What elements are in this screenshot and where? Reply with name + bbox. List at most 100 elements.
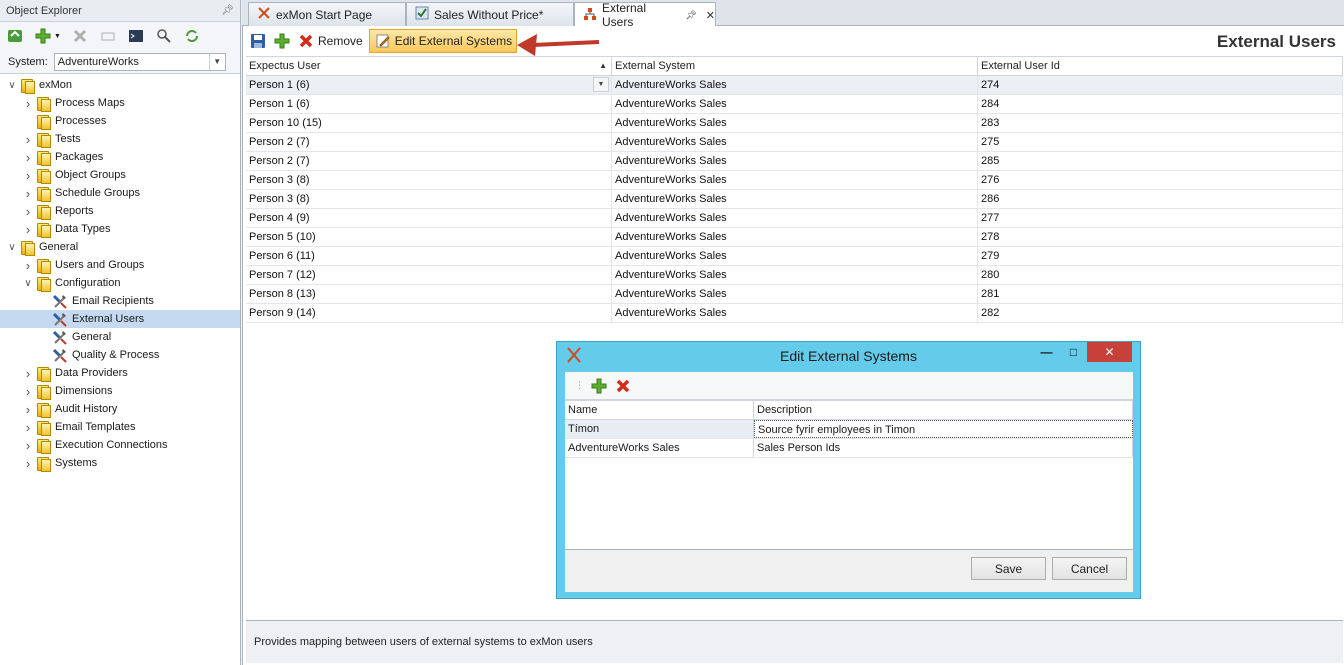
column-header-expectus-user[interactable]: Expectus User ▲ <box>246 57 612 75</box>
system-name-cell[interactable]: Tímon <box>565 420 754 438</box>
chevron-right-icon[interactable]: › <box>22 186 34 201</box>
tree-node-configuration[interactable]: ∨ Configuration <box>0 274 240 292</box>
search-icon[interactable] <box>155 27 173 45</box>
chevron-right-icon[interactable]: › <box>22 222 34 237</box>
chevron-right-icon[interactable]: › <box>22 96 34 111</box>
tree-node-quality-process[interactable]: Quality & Process <box>0 346 240 364</box>
external-system-cell[interactable]: AdventureWorks Sales <box>612 171 978 189</box>
tab-exmon-start-page[interactable]: exMon Start Page <box>248 2 406 26</box>
tab-external-users[interactable]: External Users 📌︎ ✕ <box>574 1 716 29</box>
expectus-user-cell[interactable]: Person 9 (14) <box>246 304 612 322</box>
external-user-id-cell[interactable]: 279 <box>978 247 1343 265</box>
table-row[interactable]: Person 1 (6) ▼ AdventureWorks Sales 274 <box>246 76 1343 95</box>
external-system-cell[interactable]: AdventureWorks Sales <box>612 114 978 132</box>
pin-tab-icon[interactable]: 📌︎ <box>685 10 696 21</box>
sync-icon[interactable] <box>183 27 201 45</box>
tree-node-reports[interactable]: › Reports <box>0 202 240 220</box>
external-user-id-cell[interactable]: 275 <box>978 133 1343 151</box>
system-description-cell[interactable]: Sales Person Ids <box>754 439 1133 457</box>
expectus-user-cell[interactable]: Person 4 (9) <box>246 209 612 227</box>
tree-node-exmon[interactable]: ∨ exMon <box>0 76 240 94</box>
external-user-id-cell[interactable]: 276 <box>978 171 1343 189</box>
expectus-user-cell[interactable]: Person 1 (6) ▼ <box>246 76 612 94</box>
tree-node-process-maps[interactable]: › Process Maps <box>0 94 240 112</box>
table-row[interactable]: Person 8 (13) AdventureWorks Sales 281 <box>246 285 1343 304</box>
tree-node-email-recipients[interactable]: Email Recipients <box>0 292 240 310</box>
expectus-user-cell[interactable]: Person 1 (6) <box>246 95 612 113</box>
tree-node-processes[interactable]: Processes <box>0 112 240 130</box>
table-row[interactable]: Person 3 (8) AdventureWorks Sales 286 <box>246 190 1343 209</box>
system-dropdown[interactable]: AdventureWorks ▼ <box>53 52 226 71</box>
external-system-cell[interactable]: AdventureWorks Sales <box>612 228 978 246</box>
chevron-right-icon[interactable]: › <box>22 204 34 219</box>
add-dropdown-icon[interactable]: ▼ <box>54 33 61 40</box>
external-user-id-cell[interactable]: 274 <box>978 76 1343 94</box>
chevron-down-icon[interactable]: ▼ <box>208 53 225 70</box>
table-row[interactable]: Person 9 (14) AdventureWorks Sales 282 <box>246 304 1343 323</box>
external-system-cell[interactable]: AdventureWorks Sales <box>612 304 978 322</box>
chevron-right-icon[interactable]: › <box>22 132 34 147</box>
save-icon[interactable] <box>249 32 267 50</box>
tree-node-tests[interactable]: › Tests <box>0 130 240 148</box>
chevron-right-icon[interactable]: › <box>22 456 34 471</box>
external-system-cell[interactable]: AdventureWorks Sales <box>612 209 978 227</box>
dialog-title-bar[interactable]: Edit External Systems — □ ✕ <box>557 342 1140 370</box>
expectus-user-cell[interactable]: Person 3 (8) <box>246 190 612 208</box>
external-user-id-cell[interactable]: 281 <box>978 285 1343 303</box>
add-icon[interactable] <box>590 377 608 395</box>
minimize-icon[interactable]: — <box>1033 342 1060 362</box>
tree-node-packages[interactable]: › Packages <box>0 148 240 166</box>
add-icon[interactable] <box>273 32 291 50</box>
tree-node-object-groups[interactable]: › Object Groups <box>0 166 240 184</box>
external-user-id-cell[interactable]: 282 <box>978 304 1343 322</box>
external-system-cell[interactable]: AdventureWorks Sales <box>612 190 978 208</box>
table-row[interactable]: Person 2 (7) AdventureWorks Sales 285 <box>246 152 1343 171</box>
expectus-user-cell[interactable]: Person 10 (15) <box>246 114 612 132</box>
external-user-id-cell[interactable]: 283 <box>978 114 1343 132</box>
column-header-external-user-id[interactable]: External User Id <box>978 57 1343 75</box>
table-row[interactable]: Person 3 (8) AdventureWorks Sales 276 <box>246 171 1343 190</box>
expectus-user-cell[interactable]: Person 2 (7) <box>246 152 612 170</box>
tree-node-dimensions[interactable]: › Dimensions <box>0 382 240 400</box>
tree-node-audit-history[interactable]: › Audit History <box>0 400 240 418</box>
chevron-right-icon[interactable]: › <box>22 384 34 399</box>
table-row[interactable]: Person 6 (11) AdventureWorks Sales 279 <box>246 247 1343 266</box>
external-user-id-cell[interactable]: 284 <box>978 95 1343 113</box>
close-icon[interactable]: ✕ <box>1087 342 1132 362</box>
system-name-cell[interactable]: AdventureWorks Sales <box>565 439 754 457</box>
tree-node-systems[interactable]: › Systems <box>0 454 240 472</box>
tree-node-schedule-groups[interactable]: › Schedule Groups <box>0 184 240 202</box>
chevron-right-icon[interactable]: › <box>22 402 34 417</box>
chevron-right-icon[interactable]: › <box>22 150 34 165</box>
external-system-cell[interactable]: AdventureWorks Sales <box>612 95 978 113</box>
console-icon[interactable] <box>127 27 145 45</box>
external-system-cell[interactable]: AdventureWorks Sales <box>612 247 978 265</box>
expectus-user-cell[interactable]: Person 7 (12) <box>246 266 612 284</box>
refresh-icon[interactable] <box>6 27 24 45</box>
expectus-user-cell[interactable]: Person 2 (7) <box>246 133 612 151</box>
external-system-cell[interactable]: AdventureWorks Sales <box>612 285 978 303</box>
system-description-input[interactable]: Source fyrir employees in Timon <box>754 420 1133 438</box>
column-header-external-system[interactable]: External System <box>612 57 978 75</box>
expectus-user-cell[interactable]: Person 5 (10) <box>246 228 612 246</box>
chevron-down-icon[interactable]: ▼ <box>593 77 609 92</box>
chevron-down-icon[interactable]: ∨ <box>6 80 18 91</box>
tree-node-execution-connections[interactable]: › Execution Connections <box>0 436 240 454</box>
external-user-id-cell[interactable]: 286 <box>978 190 1343 208</box>
chevron-down-icon[interactable]: ∨ <box>22 278 34 289</box>
table-row[interactable]: Person 4 (9) AdventureWorks Sales 277 <box>246 209 1343 228</box>
chevron-right-icon[interactable]: › <box>22 258 34 273</box>
tree-node-data-types[interactable]: › Data Types <box>0 220 240 238</box>
pin-icon[interactable]: 📌︎ <box>221 5 234 16</box>
external-system-cell[interactable]: AdventureWorks Sales <box>612 266 978 284</box>
remove-button[interactable]: Remove <box>297 32 363 50</box>
column-header-description[interactable]: Description <box>754 401 1133 419</box>
expectus-user-cell[interactable]: Person 3 (8) <box>246 171 612 189</box>
chevron-right-icon[interactable]: › <box>22 420 34 435</box>
table-row[interactable]: Person 7 (12) AdventureWorks Sales 280 <box>246 266 1343 285</box>
chevron-down-icon[interactable]: ∨ <box>6 242 18 253</box>
table-row[interactable]: Person 1 (6) AdventureWorks Sales 284 <box>246 95 1343 114</box>
external-user-id-cell[interactable]: 280 <box>978 266 1343 284</box>
tree-node-general[interactable]: ∨ General <box>0 238 240 256</box>
tree-node-users-and-groups[interactable]: › Users and Groups <box>0 256 240 274</box>
